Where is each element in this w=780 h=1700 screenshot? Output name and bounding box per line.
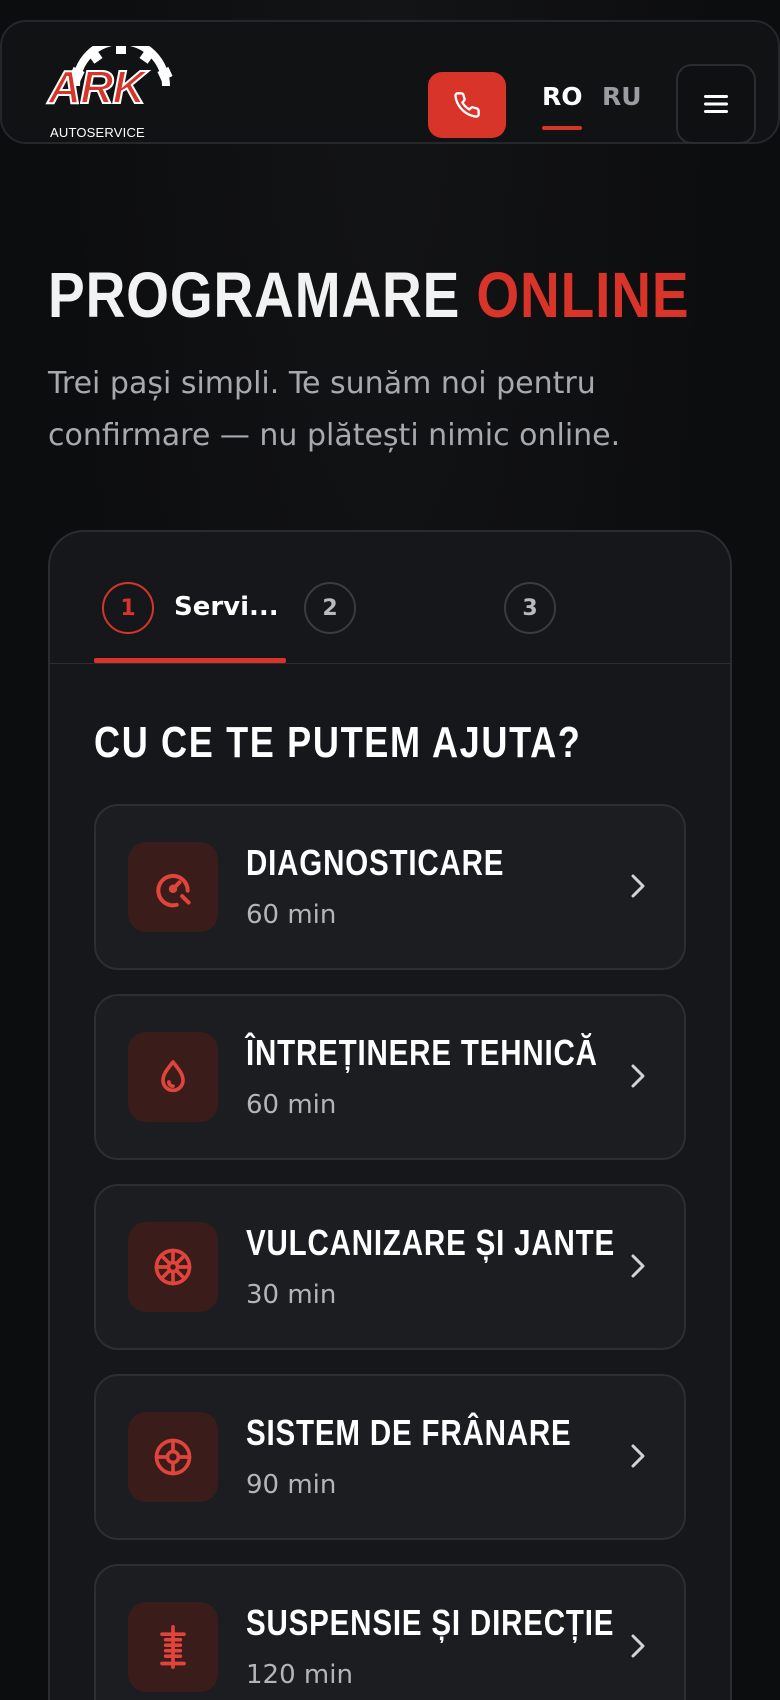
logo-brand: ARK xyxy=(47,61,147,113)
hamburger-icon xyxy=(704,95,728,113)
service-duration: 60 min xyxy=(246,900,337,930)
active-language-indicator xyxy=(542,126,582,130)
service-icon-container xyxy=(128,1222,218,1312)
page-subtitle-line: confirmare — nu plătești nimic online. xyxy=(48,418,621,453)
page-title: PROGRAMARE ONLINE xyxy=(48,256,689,334)
phone-icon xyxy=(454,92,480,118)
page-title-main: PROGRAMARE xyxy=(48,259,461,331)
service-option-franare[interactable]: SISTEM DE FRÂNARE 90 min xyxy=(94,1374,686,1540)
step-1-label[interactable]: Servi... xyxy=(174,592,279,622)
service-name: ÎNTREȚINERE TEHNICĂ xyxy=(246,1032,598,1073)
service-option-suspensie[interactable]: SUSPENSIE ȘI DIRECȚIE 120 min xyxy=(94,1564,686,1700)
chevron-right-icon xyxy=(631,1064,645,1088)
page-title-accent: ONLINE xyxy=(476,259,690,331)
logo[interactable]: ARK AUTOSERVICE xyxy=(46,46,173,140)
oil-drop-icon xyxy=(161,1060,185,1093)
chevron-right-icon xyxy=(631,1444,645,1468)
chevron-right-icon xyxy=(631,1254,645,1278)
logo-subtitle: AUTOSERVICE xyxy=(50,125,145,140)
service-name: SUSPENSIE ȘI DIRECȚIE xyxy=(246,1602,615,1643)
service-name: DIAGNOSTICARE xyxy=(246,842,505,883)
call-button[interactable] xyxy=(428,72,506,138)
active-step-underline xyxy=(94,658,286,663)
page: ARK AUTOSERVICE RO RU PROGRAMARE ONLINE … xyxy=(0,0,780,1700)
step-2-indicator[interactable]: 2 xyxy=(304,582,356,634)
chevron-right-icon xyxy=(631,1634,645,1658)
language-ro[interactable]: RO xyxy=(542,82,583,111)
service-name: SISTEM DE FRÂNARE xyxy=(246,1412,572,1453)
wizard-steps: 1 Servi... 2 3 xyxy=(50,532,730,664)
speedometer-icon xyxy=(156,873,191,908)
brake-disc-icon xyxy=(154,1438,192,1476)
page-subtitle: Trei pași simpli. Te sunăm noi pentru co… xyxy=(48,358,688,462)
chevron-right-icon xyxy=(631,874,645,898)
service-name: VULCANIZARE ȘI JANTE xyxy=(246,1222,616,1263)
service-duration: 30 min xyxy=(246,1280,337,1310)
service-duration: 120 min xyxy=(246,1660,353,1690)
step-1-indicator[interactable]: 1 xyxy=(102,582,154,634)
service-option-diagnosticare[interactable]: DIAGNOSTICARE 60 min xyxy=(94,804,686,970)
page-subtitle-line: Trei pași simpli. Te sunăm noi pentru xyxy=(48,366,596,401)
service-option-vulcanizare[interactable]: VULCANIZARE ȘI JANTE 30 min xyxy=(94,1184,686,1350)
booking-wizard-card: 1 Servi... 2 3 CU CE TE PUTEM AJUTA? DIA… xyxy=(48,530,732,1700)
service-duration: 60 min xyxy=(246,1090,337,1120)
shock-absorber-icon xyxy=(160,1625,186,1669)
language-ru[interactable]: RU xyxy=(602,82,642,111)
site-header: ARK AUTOSERVICE RO RU xyxy=(0,20,780,144)
service-duration: 90 min xyxy=(246,1470,337,1500)
step-3-indicator[interactable]: 3 xyxy=(504,582,556,634)
service-icon-container xyxy=(128,842,218,932)
service-icon-container xyxy=(128,1412,218,1502)
service-icon-container xyxy=(128,1032,218,1122)
section-title: CU CE TE PUTEM AJUTA? xyxy=(94,718,582,767)
wheel-icon xyxy=(154,1248,192,1286)
service-icon-container xyxy=(128,1602,218,1692)
menu-button[interactable] xyxy=(676,64,756,144)
service-option-intretinere[interactable]: ÎNTREȚINERE TEHNICĂ 60 min xyxy=(94,994,686,1160)
